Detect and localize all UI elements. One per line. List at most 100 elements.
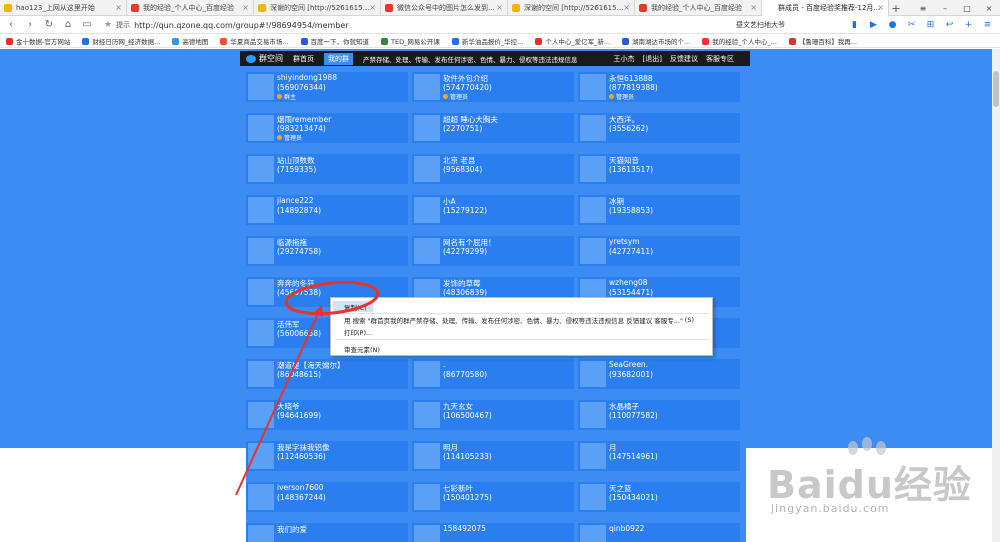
member-name[interactable]: 我们的爱 <box>277 524 307 535</box>
home-button[interactable]: ⌂ <box>60 17 76 33</box>
qzone-logo[interactable]: 群空间 <box>246 53 283 64</box>
tab-close-icon[interactable]: × <box>242 3 249 12</box>
tab-1[interactable]: 我的经验_个人中心_百度经验 × <box>127 0 254 16</box>
avatar[interactable] <box>414 443 440 469</box>
new-tab-button[interactable]: + <box>889 0 903 16</box>
member-card[interactable]: 潮道提【海天嫦尔】 (86048615) <box>246 355 410 396</box>
bookmark-item[interactable]: 华夏商品交易市场... <box>220 36 289 46</box>
tab-6[interactable]: 群成员 - 百度经验奖推荐-12月 - 群 × <box>762 0 889 16</box>
avatar[interactable] <box>248 74 274 100</box>
bookmark-item[interactable]: 【鲁珊百科】我再... <box>788 36 857 46</box>
tab-close-icon[interactable]: × <box>115 3 122 12</box>
avatar[interactable] <box>580 197 606 223</box>
avatar[interactable] <box>580 525 606 542</box>
avatar[interactable] <box>248 320 274 346</box>
member-card[interactable]: 超超 睡心大胸夫 (2270751) <box>412 109 576 150</box>
avatar[interactable] <box>580 115 606 141</box>
toolbar-icon-1[interactable]: ▶ <box>864 17 883 33</box>
member-card[interactable]: 水晶橘子 (110077582) <box>578 396 742 437</box>
avatar[interactable] <box>248 525 274 542</box>
reload-button[interactable]: ↻ <box>41 17 57 33</box>
avatar[interactable] <box>248 279 274 305</box>
avatar[interactable] <box>580 238 606 264</box>
tab-close-icon[interactable]: × <box>877 3 884 12</box>
avatar[interactable] <box>414 115 440 141</box>
member-name[interactable]: shiyindong1988 <box>277 73 337 82</box>
avatar[interactable] <box>580 484 606 510</box>
member-card[interactable]: 北京 老县 (9568304) <box>412 150 576 191</box>
member-card[interactable]: 软件外包介绍 (574770420) 管理员 <box>412 68 576 109</box>
toolbar-icon-7[interactable]: ≡ <box>978 17 997 33</box>
avatar[interactable] <box>580 443 606 469</box>
tab-close-icon[interactable]: × <box>496 3 503 12</box>
tab-close-icon[interactable]: × <box>750 3 757 12</box>
avatar[interactable] <box>580 156 606 182</box>
avatar[interactable] <box>580 74 606 100</box>
member-card[interactable]: shiyindong1988 (569076344) 群主 <box>246 68 410 109</box>
bookmark-item[interactable]: 湖南湖达市场的个... <box>622 36 690 46</box>
member-card[interactable]: 七彩新叶 (150401275) <box>412 478 576 519</box>
avatar[interactable] <box>414 238 440 264</box>
member-card[interactable]: 大西洋。 (3556262) <box>578 109 742 150</box>
tab-close-icon[interactable]: × <box>369 3 376 12</box>
bookmark-item[interactable]: 高德地图 <box>172 36 208 46</box>
member-name[interactable]: yretsym <box>609 237 640 246</box>
member-card[interactable]: 永恒613888 (877819388) 管理员 <box>578 68 742 109</box>
tab-3[interactable]: 微信公众号中的图片怎么发到电脑上_百度经验× <box>381 0 508 16</box>
toolbar-icon-2[interactable]: ● <box>883 17 902 33</box>
member-card[interactable]: iverson7600 (148367244) <box>246 478 410 519</box>
member-card[interactable]: 月 (147514961) <box>578 437 742 478</box>
avatar[interactable] <box>414 156 440 182</box>
menu-icon[interactable]: ≡ <box>912 0 934 16</box>
member-card[interactable]: 我们的爱 <box>246 519 410 542</box>
member-name[interactable]: SeaGreen. <box>609 360 648 369</box>
menu-item-copy[interactable]: 复制(C) <box>333 301 373 312</box>
member-card[interactable]: 临源拖拖 (29274758) <box>246 232 410 273</box>
avatar[interactable] <box>248 361 274 387</box>
nav-my-group[interactable]: 我的群 <box>324 52 353 65</box>
back-button[interactable]: ‹ <box>3 17 19 33</box>
member-name[interactable]: 158492075 <box>443 524 486 533</box>
member-name[interactable]: jiance222 <box>277 196 314 205</box>
member-card[interactable]: yretsym (42727411) <box>578 232 742 273</box>
member-card[interactable]: 天猫知音 (13613517) <box>578 150 742 191</box>
forward-button[interactable]: › <box>22 17 38 33</box>
bookmark-item[interactable]: 百度一下，你就知道 <box>300 36 369 46</box>
bookmark-item[interactable]: 财经日历网_经济数据... <box>82 36 160 46</box>
logout-link[interactable]: [退出] <box>643 54 662 64</box>
member-card[interactable]: 九天玄女 (106500467) <box>412 396 576 437</box>
tab-5[interactable]: 我的经验_个人中心_百度经验 × <box>635 0 762 16</box>
tab-4[interactable]: 深谢的空间 [http://526161584.qzone.qq.com]× <box>508 0 635 16</box>
scrollbar-thumb[interactable] <box>993 71 999 107</box>
avatar[interactable] <box>414 484 440 510</box>
avatar[interactable] <box>248 115 274 141</box>
bookmark-item[interactable]: 新华油品报价_华控... <box>451 36 523 46</box>
toolbar-icon-4[interactable]: ⊞ <box>921 17 940 33</box>
toolbar-icon-5[interactable]: ↩ <box>940 17 959 33</box>
member-card[interactable]: 大晓爷 (94641699) <box>246 396 410 437</box>
avatar[interactable] <box>414 74 440 100</box>
member-card[interactable]: 冰期 (19358853) <box>578 191 742 232</box>
member-card[interactable]: 158492075 <box>412 519 576 542</box>
member-name[interactable]: . <box>443 360 445 369</box>
member-card[interactable]: jiance222 (14892874) <box>246 191 410 232</box>
member-card[interactable]: 明月 (114105233) <box>412 437 576 478</box>
avatar[interactable] <box>414 525 440 542</box>
member-name[interactable]: wzheng08 <box>609 278 648 287</box>
member-name[interactable]: qinb0922 <box>609 524 644 533</box>
avatar[interactable] <box>580 361 606 387</box>
bookmark-item[interactable]: 个人中心_爱亿军_新... <box>535 36 610 46</box>
nav-group-home[interactable]: 群首页 <box>293 54 314 64</box>
avatar[interactable] <box>248 197 274 223</box>
service-link[interactable]: 客服专区 <box>706 54 734 64</box>
avatar[interactable] <box>414 402 440 428</box>
member-name[interactable]: iverson7600 <box>277 483 324 492</box>
tab-2[interactable]: 深谢的空间 [http://526161584.qzone.qq.com]× <box>254 0 381 16</box>
member-card[interactable]: qinb0922 <box>578 519 742 542</box>
scrollbar[interactable] <box>992 49 1000 542</box>
avatar[interactable] <box>248 484 274 510</box>
tab-close-icon[interactable]: × <box>623 3 630 12</box>
member-card[interactable]: 我是字抹我铝像 (112460536) <box>246 437 410 478</box>
toolbar-icon-0[interactable]: ▮ <box>845 17 864 33</box>
member-card[interactable]: 烟雨remember (983213474) 管理员 <box>246 109 410 150</box>
